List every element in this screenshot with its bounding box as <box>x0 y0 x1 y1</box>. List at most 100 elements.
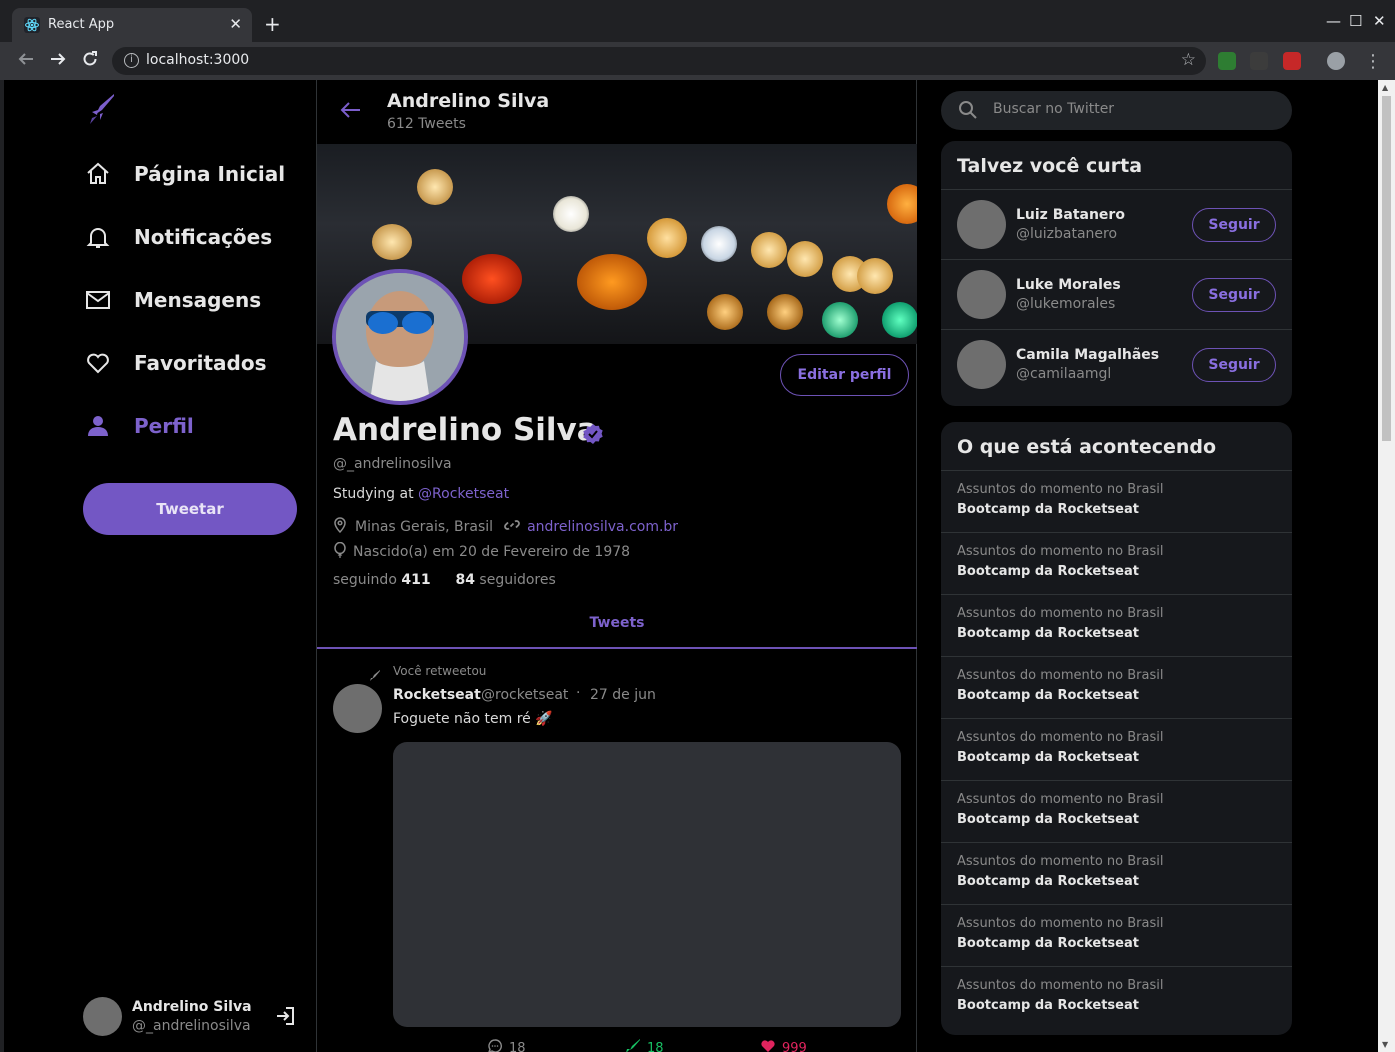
avatar[interactable] <box>957 270 1006 319</box>
sidebar-item-notifications[interactable]: Notificações <box>84 217 272 257</box>
avatar[interactable] <box>83 997 122 1036</box>
retweet-count: 18 <box>647 1040 664 1052</box>
trend-context: Assuntos do momento no Brasil <box>957 544 1164 559</box>
profile-location: Minas Gerais, Brasil <box>355 519 494 535</box>
extension-icon[interactable] <box>1218 52 1236 70</box>
tweet-author[interactable]: Rocketseat <box>393 687 481 703</box>
address-bar[interactable]: i localhost:3000 ☆ <box>112 47 1206 75</box>
tweet-button[interactable]: Tweetar <box>83 483 297 535</box>
sidebar-item-home[interactable]: Página Inicial <box>84 154 285 194</box>
suggestion-item[interactable]: Luke Morales @lukemorales Seguir <box>941 260 1292 330</box>
trends-title: O que está acontecendo <box>941 422 1292 471</box>
trend-item[interactable]: Assuntos do momento no Brasil Bootcamp da… <box>941 843 1292 905</box>
sidebar-item-label: Favoritados <box>134 351 267 375</box>
scroll-up-icon[interactable]: ▲ <box>1382 83 1388 92</box>
edit-profile-button[interactable]: Editar perfil <box>780 354 909 396</box>
tab-title: React App <box>48 17 115 32</box>
logout-icon[interactable] <box>274 1005 296 1027</box>
search-input[interactable]: Buscar no Twitter <box>941 91 1292 130</box>
retweet-small-icon <box>369 666 381 685</box>
maximize-icon[interactable]: ☐ <box>1349 12 1362 30</box>
follow-suggestions-title: Talvez você curta <box>941 141 1292 190</box>
browser-tab-strip: React App ✕ + — ☐ ✕ <box>0 0 1395 42</box>
profile-avatar[interactable] <box>332 269 468 405</box>
bookmark-star-icon[interactable]: ☆ <box>1181 50 1196 70</box>
sidebar-item-favorites[interactable]: Favoritados <box>84 343 267 383</box>
balloon-icon <box>333 541 347 562</box>
search-placeholder: Buscar no Twitter <box>993 101 1115 117</box>
tab-close-icon[interactable]: ✕ <box>229 15 242 33</box>
sidebar-item-profile[interactable]: Perfil <box>84 406 194 446</box>
reload-icon[interactable] <box>81 50 99 73</box>
trend-item[interactable]: Assuntos do momento no Brasil Bootcamp da… <box>941 533 1292 595</box>
tweet-text: Foguete não tem ré 🚀 <box>393 711 553 727</box>
home-icon <box>84 160 112 188</box>
trends-card: O que está acontecendo Assuntos do momen… <box>941 422 1292 1035</box>
extension-icon[interactable] <box>1283 52 1301 70</box>
avatar[interactable] <box>957 200 1006 249</box>
bio-mention-link[interactable]: @Rocketseat <box>418 486 509 502</box>
location-pin-icon <box>333 517 347 537</box>
page-scrollbar[interactable]: ▲ ▼ <box>1378 80 1395 1052</box>
avatar[interactable] <box>957 340 1006 389</box>
follow-stats: seguindo 411 84 seguidores <box>333 572 556 588</box>
suggestion-item[interactable]: Camila Magalhães @camilaamgl Seguir <box>941 330 1292 400</box>
comment-action[interactable]: 18 <box>487 1038 526 1052</box>
browser-profile-avatar[interactable] <box>1327 52 1345 70</box>
followers-label: seguidores <box>479 572 556 588</box>
comment-icon <box>487 1038 503 1052</box>
back-nav-icon[interactable] <box>17 50 35 73</box>
trend-context: Assuntos do momento no Brasil <box>957 978 1164 993</box>
trend-item[interactable]: Assuntos do momento no Brasil Bootcamp da… <box>941 657 1292 719</box>
mail-icon <box>84 286 112 314</box>
rocket-logo-icon[interactable] <box>88 92 118 134</box>
scroll-thumb[interactable] <box>1382 96 1391 441</box>
trend-topic: Bootcamp da Rocketseat <box>957 502 1139 517</box>
follow-button[interactable]: Seguir <box>1192 208 1276 242</box>
follow-button[interactable]: Seguir <box>1192 278 1276 312</box>
followers-count[interactable]: 84 <box>455 572 474 588</box>
filled-heart-icon <box>760 1038 776 1052</box>
browser-tab[interactable]: React App ✕ <box>12 8 252 42</box>
back-arrow-icon[interactable] <box>339 98 363 128</box>
avatar[interactable] <box>333 684 382 733</box>
following-count[interactable]: 411 <box>401 572 430 588</box>
page-title: Andrelino Silva <box>387 90 550 112</box>
suggestion-item[interactable]: Luiz Batanero @luizbatanero Seguir <box>941 190 1292 260</box>
forward-nav-icon[interactable] <box>49 50 67 73</box>
trend-item[interactable]: Assuntos do momento no Brasil Bootcamp da… <box>941 967 1292 1029</box>
trend-item[interactable]: Assuntos do momento no Brasil Bootcamp da… <box>941 781 1292 843</box>
tweet-date: 27 de jun <box>590 687 656 703</box>
bio-text: Studying at <box>333 486 419 502</box>
trend-context: Assuntos do momento no Brasil <box>957 606 1164 621</box>
site-info-icon[interactable]: i <box>124 53 139 68</box>
new-tab-button[interactable]: + <box>264 14 281 34</box>
follow-button[interactable]: Seguir <box>1192 348 1276 382</box>
trend-item[interactable]: Assuntos do momento no Brasil Bootcamp da… <box>941 719 1292 781</box>
scroll-down-icon[interactable]: ▼ <box>1382 1040 1388 1049</box>
trend-item[interactable]: Assuntos do momento no Brasil Bootcamp da… <box>941 471 1292 533</box>
trend-topic: Bootcamp da Rocketseat <box>957 688 1139 703</box>
profile-website-link[interactable]: andrelinosilva.com.br <box>527 519 678 535</box>
window-close-icon[interactable]: ✕ <box>1373 12 1386 30</box>
follow-suggestions-card: Talvez você curta Luiz Batanero @luizbat… <box>941 141 1292 406</box>
sidebar-item-messages[interactable]: Mensagens <box>84 280 261 320</box>
trend-topic: Bootcamp da Rocketseat <box>957 750 1139 765</box>
comment-count: 18 <box>509 1040 526 1052</box>
twitter-clone-app: Página Inicial Notificações Mensagens Fa… <box>4 80 1378 1052</box>
like-action[interactable]: 999 <box>760 1038 807 1052</box>
suggestion-handle: @lukemorales <box>1016 296 1116 312</box>
browser-menu-icon[interactable]: ⋮ <box>1364 51 1382 72</box>
tweet-media-placeholder[interactable] <box>393 742 901 1027</box>
trend-item[interactable]: Assuntos do momento no Brasil Bootcamp da… <box>941 595 1292 657</box>
trend-context: Assuntos do momento no Brasil <box>957 668 1164 683</box>
trend-item[interactable]: Assuntos do momento no Brasil Bootcamp da… <box>941 905 1292 967</box>
sidebar-item-label: Página Inicial <box>134 162 286 186</box>
retweet-action[interactable]: 18 <box>625 1038 664 1052</box>
extension-icon[interactable] <box>1250 52 1268 70</box>
sidebar-item-label: Mensagens <box>134 288 262 312</box>
verified-badge-icon <box>581 422 605 446</box>
tab-tweets[interactable]: Tweets <box>317 600 917 649</box>
minimize-icon[interactable]: — <box>1326 12 1341 30</box>
suggestion-name: Luke Morales <box>1016 277 1121 293</box>
